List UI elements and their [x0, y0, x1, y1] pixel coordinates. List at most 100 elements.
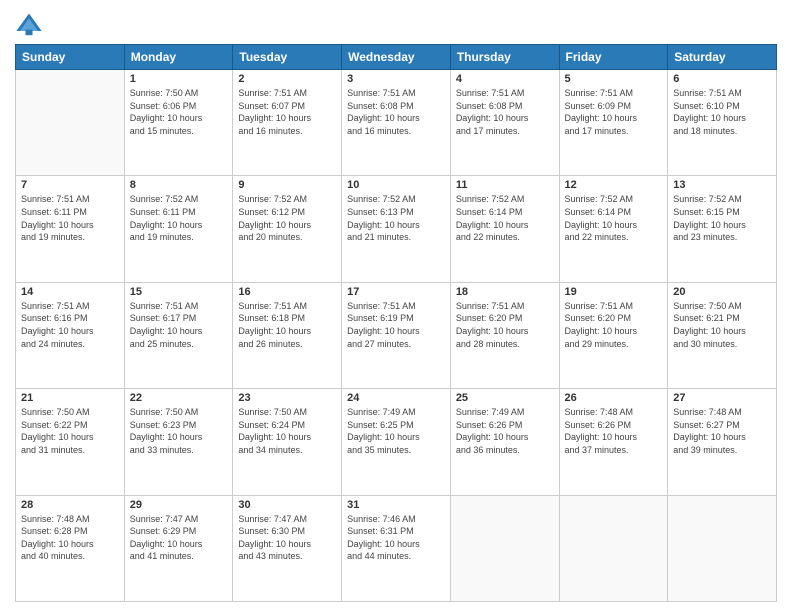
- day-info: Sunrise: 7:48 AM Sunset: 6:26 PM Dayligh…: [565, 406, 663, 456]
- calendar-week-4: 21 Sunrise: 7:50 AM Sunset: 6:22 PM Dayli…: [16, 389, 777, 495]
- calendar-cell: 4 Sunrise: 7:51 AM Sunset: 6:08 PM Daylig…: [450, 70, 559, 176]
- logo: [15, 10, 47, 38]
- calendar-table: SundayMondayTuesdayWednesdayThursdayFrid…: [15, 44, 777, 602]
- day-info: Sunrise: 7:48 AM Sunset: 6:28 PM Dayligh…: [21, 513, 119, 563]
- calendar-cell: 24 Sunrise: 7:49 AM Sunset: 6:25 PM Dayli…: [342, 389, 451, 495]
- day-number: 18: [456, 286, 554, 298]
- calendar-header-saturday: Saturday: [668, 45, 777, 70]
- calendar-header-monday: Monday: [124, 45, 233, 70]
- calendar-cell: 7Sunrise: 7:51 AM Sunset: 6:11 PM Daylig…: [16, 176, 125, 282]
- day-info: Sunrise: 7:51 AM Sunset: 6:08 PM Dayligh…: [347, 87, 445, 137]
- day-info: Sunrise: 7:51 AM Sunset: 6:20 PM Dayligh…: [456, 300, 554, 350]
- day-number: 30: [238, 499, 336, 511]
- day-info: Sunrise: 7:51 AM Sunset: 6:16 PM Dayligh…: [21, 300, 119, 350]
- calendar-cell: 19 Sunrise: 7:51 AM Sunset: 6:20 PM Dayli…: [559, 282, 668, 388]
- calendar-cell: 21 Sunrise: 7:50 AM Sunset: 6:22 PM Dayli…: [16, 389, 125, 495]
- day-info: Sunrise: 7:49 AM Sunset: 6:25 PM Dayligh…: [347, 406, 445, 456]
- day-number: 31: [347, 499, 445, 511]
- day-number: 23: [238, 392, 336, 404]
- day-number: 16: [238, 286, 336, 298]
- day-number: 4: [456, 73, 554, 85]
- day-number: 1: [130, 73, 228, 85]
- calendar-cell: 1Sunrise: 7:50 AM Sunset: 6:06 PM Daylig…: [124, 70, 233, 176]
- calendar-cell: 3 Sunrise: 7:51 AM Sunset: 6:08 PM Daylig…: [342, 70, 451, 176]
- day-info: Sunrise: 7:51 AM Sunset: 6:09 PM Dayligh…: [565, 87, 663, 137]
- day-number: 26: [565, 392, 663, 404]
- day-number: 15: [130, 286, 228, 298]
- day-number: 2: [238, 73, 336, 85]
- calendar-cell: 15 Sunrise: 7:51 AM Sunset: 6:17 PM Dayli…: [124, 282, 233, 388]
- day-number: 28: [21, 499, 119, 511]
- day-info: Sunrise: 7:49 AM Sunset: 6:26 PM Dayligh…: [456, 406, 554, 456]
- day-number: 19: [565, 286, 663, 298]
- calendar-cell: 22Sunrise: 7:50 AM Sunset: 6:23 PM Dayli…: [124, 389, 233, 495]
- calendar-header-thursday: Thursday: [450, 45, 559, 70]
- calendar-cell: [559, 495, 668, 601]
- calendar-cell: 5 Sunrise: 7:51 AM Sunset: 6:09 PM Daylig…: [559, 70, 668, 176]
- calendar-cell: 31 Sunrise: 7:46 AM Sunset: 6:31 PM Dayli…: [342, 495, 451, 601]
- day-number: 17: [347, 286, 445, 298]
- day-info: Sunrise: 7:52 AM Sunset: 6:15 PM Dayligh…: [673, 193, 771, 243]
- calendar-cell: 17 Sunrise: 7:51 AM Sunset: 6:19 PM Dayli…: [342, 282, 451, 388]
- day-info: Sunrise: 7:47 AM Sunset: 6:29 PM Dayligh…: [130, 513, 228, 563]
- calendar-cell: 2Sunrise: 7:51 AM Sunset: 6:07 PM Daylig…: [233, 70, 342, 176]
- calendar-cell: 28 Sunrise: 7:48 AM Sunset: 6:28 PM Dayli…: [16, 495, 125, 601]
- calendar-cell: [450, 495, 559, 601]
- day-number: 14: [21, 286, 119, 298]
- day-info: Sunrise: 7:51 AM Sunset: 6:20 PM Dayligh…: [565, 300, 663, 350]
- calendar-cell: [668, 495, 777, 601]
- day-number: 29: [130, 499, 228, 511]
- calendar-week-5: 28 Sunrise: 7:48 AM Sunset: 6:28 PM Dayli…: [16, 495, 777, 601]
- calendar-header-wednesday: Wednesday: [342, 45, 451, 70]
- day-info: Sunrise: 7:51 AM Sunset: 6:17 PM Dayligh…: [130, 300, 228, 350]
- day-number: 12: [565, 179, 663, 191]
- day-info: Sunrise: 7:52 AM Sunset: 6:14 PM Dayligh…: [565, 193, 663, 243]
- calendar-cell: 30 Sunrise: 7:47 AM Sunset: 6:30 PM Dayli…: [233, 495, 342, 601]
- calendar-cell: 6 Sunrise: 7:51 AM Sunset: 6:10 PM Daylig…: [668, 70, 777, 176]
- logo-icon: [15, 10, 43, 38]
- calendar-cell: 14 Sunrise: 7:51 AM Sunset: 6:16 PM Dayli…: [16, 282, 125, 388]
- calendar-week-2: 7Sunrise: 7:51 AM Sunset: 6:11 PM Daylig…: [16, 176, 777, 282]
- day-info: Sunrise: 7:52 AM Sunset: 6:12 PM Dayligh…: [238, 193, 336, 243]
- calendar-cell: 10Sunrise: 7:52 AM Sunset: 6:13 PM Dayli…: [342, 176, 451, 282]
- calendar-cell: 11Sunrise: 7:52 AM Sunset: 6:14 PM Dayli…: [450, 176, 559, 282]
- day-number: 5: [565, 73, 663, 85]
- day-info: Sunrise: 7:51 AM Sunset: 6:18 PM Dayligh…: [238, 300, 336, 350]
- calendar-cell: 16 Sunrise: 7:51 AM Sunset: 6:18 PM Dayli…: [233, 282, 342, 388]
- calendar-cell: 29 Sunrise: 7:47 AM Sunset: 6:29 PM Dayli…: [124, 495, 233, 601]
- calendar-cell: 13Sunrise: 7:52 AM Sunset: 6:15 PM Dayli…: [668, 176, 777, 282]
- day-info: Sunrise: 7:50 AM Sunset: 6:23 PM Dayligh…: [130, 406, 228, 456]
- calendar-header-row: SundayMondayTuesdayWednesdayThursdayFrid…: [16, 45, 777, 70]
- calendar-cell: 20Sunrise: 7:50 AM Sunset: 6:21 PM Dayli…: [668, 282, 777, 388]
- day-number: 24: [347, 392, 445, 404]
- calendar-header-friday: Friday: [559, 45, 668, 70]
- day-info: Sunrise: 7:51 AM Sunset: 6:08 PM Dayligh…: [456, 87, 554, 137]
- calendar-header-sunday: Sunday: [16, 45, 125, 70]
- day-info: Sunrise: 7:46 AM Sunset: 6:31 PM Dayligh…: [347, 513, 445, 563]
- calendar-cell: 18 Sunrise: 7:51 AM Sunset: 6:20 PM Dayli…: [450, 282, 559, 388]
- day-number: 21: [21, 392, 119, 404]
- day-info: Sunrise: 7:51 AM Sunset: 6:19 PM Dayligh…: [347, 300, 445, 350]
- calendar-cell: [16, 70, 125, 176]
- day-info: Sunrise: 7:50 AM Sunset: 6:21 PM Dayligh…: [673, 300, 771, 350]
- day-info: Sunrise: 7:47 AM Sunset: 6:30 PM Dayligh…: [238, 513, 336, 563]
- calendar-cell: 9Sunrise: 7:52 AM Sunset: 6:12 PM Daylig…: [233, 176, 342, 282]
- calendar-cell: 23 Sunrise: 7:50 AM Sunset: 6:24 PM Dayli…: [233, 389, 342, 495]
- day-number: 7: [21, 179, 119, 191]
- day-number: 3: [347, 73, 445, 85]
- header: [15, 10, 777, 38]
- day-info: Sunrise: 7:51 AM Sunset: 6:10 PM Dayligh…: [673, 87, 771, 137]
- day-number: 25: [456, 392, 554, 404]
- day-info: Sunrise: 7:50 AM Sunset: 6:22 PM Dayligh…: [21, 406, 119, 456]
- calendar-cell: 27Sunrise: 7:48 AM Sunset: 6:27 PM Dayli…: [668, 389, 777, 495]
- day-info: Sunrise: 7:52 AM Sunset: 6:11 PM Dayligh…: [130, 193, 228, 243]
- calendar-cell: 12 Sunrise: 7:52 AM Sunset: 6:14 PM Dayli…: [559, 176, 668, 282]
- day-info: Sunrise: 7:50 AM Sunset: 6:24 PM Dayligh…: [238, 406, 336, 456]
- day-info: Sunrise: 7:52 AM Sunset: 6:14 PM Dayligh…: [456, 193, 554, 243]
- day-number: 8: [130, 179, 228, 191]
- calendar-cell: 26 Sunrise: 7:48 AM Sunset: 6:26 PM Dayli…: [559, 389, 668, 495]
- day-number: 6: [673, 73, 771, 85]
- calendar-cell: 8 Sunrise: 7:52 AM Sunset: 6:11 PM Daylig…: [124, 176, 233, 282]
- day-info: Sunrise: 7:48 AM Sunset: 6:27 PM Dayligh…: [673, 406, 771, 456]
- day-info: Sunrise: 7:52 AM Sunset: 6:13 PM Dayligh…: [347, 193, 445, 243]
